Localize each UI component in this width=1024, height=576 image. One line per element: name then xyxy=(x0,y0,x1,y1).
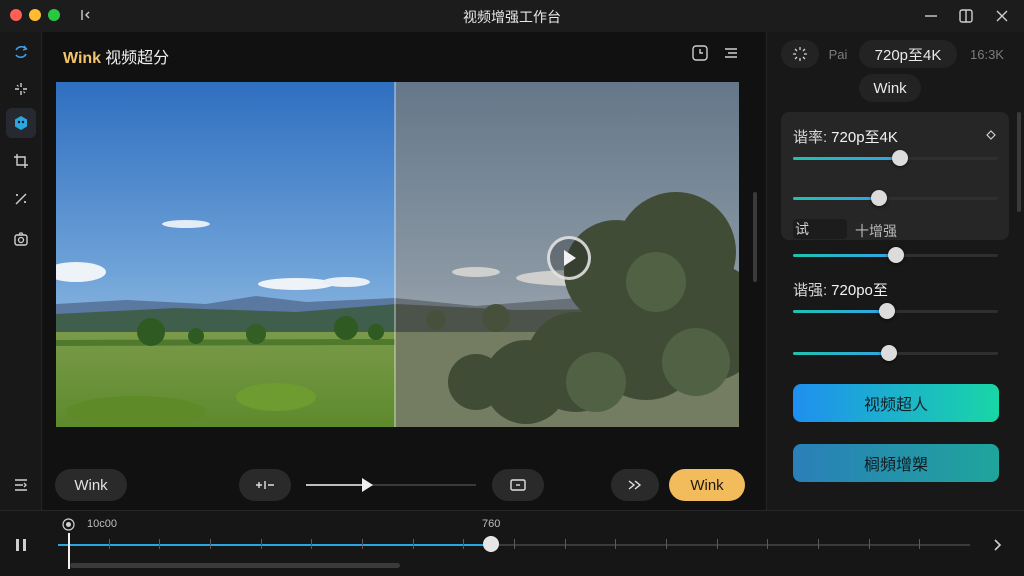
preview-area: Wink 视频超分 Wink Wink xyxy=(43,32,765,510)
resolution-label: 谐率: xyxy=(793,129,828,146)
timeline-tick xyxy=(919,539,921,549)
slider-3[interactable] xyxy=(793,247,998,263)
timeline-tick xyxy=(260,539,262,549)
enhance-value: 720po至 xyxy=(831,282,888,299)
timeline-tick xyxy=(362,539,363,549)
timeline-tick xyxy=(868,539,870,549)
resolution-row: 谐率: 720p至4K xyxy=(793,126,898,147)
sparkle-icon[interactable] xyxy=(6,74,36,104)
diamond-icon[interactable] xyxy=(985,128,997,140)
minimize-window-button[interactable] xyxy=(29,9,41,21)
list-icon[interactable] xyxy=(722,44,740,62)
timeline-tick xyxy=(210,539,211,549)
preview-title-text: 视频超分 xyxy=(105,50,170,67)
enhance-label: 谐强: xyxy=(793,282,828,299)
export-icon[interactable] xyxy=(6,470,36,500)
timeline-tick xyxy=(615,539,617,549)
sidebar-toggle-icon[interactable] xyxy=(80,8,92,22)
preview-title: Wink 视频超分 xyxy=(63,44,169,68)
play-icon xyxy=(564,250,576,266)
slider-5[interactable] xyxy=(793,345,998,361)
timeline-tick xyxy=(666,539,667,549)
preview-scrollbar[interactable] xyxy=(753,192,757,282)
timeline-tick xyxy=(767,539,769,549)
brand-label: Wink xyxy=(63,50,102,67)
panel-scrollbar[interactable] xyxy=(1017,112,1021,212)
marker-time: 760 xyxy=(482,518,501,530)
fit-screen-icon xyxy=(510,479,526,491)
mode-box[interactable]: 试 xyxy=(793,219,847,239)
window-title: 视频增强工作台 xyxy=(463,9,561,25)
title-bar: 视频增强工作台 xyxy=(0,0,1024,32)
wink-export-button[interactable]: Wink xyxy=(669,469,745,501)
zoom-window-button[interactable] xyxy=(48,9,60,21)
timeline-tick xyxy=(311,539,313,549)
timeline: 10c00 760 xyxy=(0,510,1024,576)
zoom-chip[interactable] xyxy=(239,469,291,501)
compare-divider[interactable] xyxy=(394,82,396,427)
clock-icon[interactable] xyxy=(691,44,709,62)
timeline-scrubber[interactable] xyxy=(483,536,500,552)
minimize-icon[interactable] xyxy=(921,6,941,26)
timeline-tick xyxy=(514,539,515,549)
frame-enhance-button[interactable]: 榈頻增槊 xyxy=(793,444,999,482)
preview-progress-fill xyxy=(306,484,368,486)
close-window-button[interactable] xyxy=(10,9,22,21)
resolution-value: 720p至4K xyxy=(831,129,898,146)
super-resolution-button[interactable]: 视频超人 xyxy=(793,384,999,422)
video-compare-view[interactable] xyxy=(56,82,739,427)
timeline-tick xyxy=(818,539,819,549)
enhance-row: 谐强: 720po至 xyxy=(793,279,888,300)
chip-ratio[interactable]: 16:3K xyxy=(963,40,1011,68)
chip-wink[interactable]: Wink xyxy=(859,74,921,102)
play-overlay-button[interactable] xyxy=(547,236,591,280)
chip-resolution[interactable]: 720p至4K xyxy=(859,40,957,68)
tool-rail xyxy=(0,32,42,510)
refresh-icon[interactable] xyxy=(6,37,36,67)
enhance-icon[interactable] xyxy=(6,108,36,138)
timeline-scrollbar[interactable] xyxy=(70,563,400,568)
crop-icon[interactable] xyxy=(6,146,36,176)
slider-1[interactable] xyxy=(793,150,998,166)
settings-panel: Pai 720p至4K 16:3K Wink 谐率: 720p至4K 试 十增强 … xyxy=(766,32,1024,510)
preview-progress-track[interactable] xyxy=(306,484,476,486)
chip-pro[interactable]: Pai xyxy=(821,40,855,68)
slider-2[interactable] xyxy=(793,190,998,206)
timeline-tick xyxy=(412,539,414,549)
loading-chip[interactable] xyxy=(781,40,819,68)
timeline-tick xyxy=(716,539,718,549)
chevron-right-icon[interactable] xyxy=(990,537,1004,553)
magic-icon[interactable] xyxy=(6,184,36,214)
camera-icon[interactable] xyxy=(6,224,36,254)
timeline-tick xyxy=(564,539,566,549)
zoom-icon xyxy=(256,481,274,489)
close-icon[interactable] xyxy=(992,6,1012,26)
enhance-mode-label: 十增强 xyxy=(855,223,897,239)
timeline-tick xyxy=(159,539,161,549)
timeline-tick xyxy=(463,539,465,549)
pause-icon[interactable] xyxy=(13,537,29,553)
spinner-icon xyxy=(793,47,807,61)
record-icon xyxy=(62,518,75,531)
original-frame xyxy=(56,82,395,427)
timeline-tick xyxy=(108,539,110,549)
fit-screen-button[interactable] xyxy=(492,469,544,501)
timeline-progress xyxy=(58,544,492,546)
slider-4[interactable] xyxy=(793,303,998,319)
skip-button[interactable] xyxy=(611,469,659,501)
skip-icon xyxy=(628,480,642,490)
start-time: 10c00 xyxy=(87,518,117,530)
wink-left-chip[interactable]: Wink xyxy=(55,469,127,501)
split-view-icon[interactable] xyxy=(956,6,976,26)
preview-play-icon[interactable] xyxy=(360,477,374,493)
